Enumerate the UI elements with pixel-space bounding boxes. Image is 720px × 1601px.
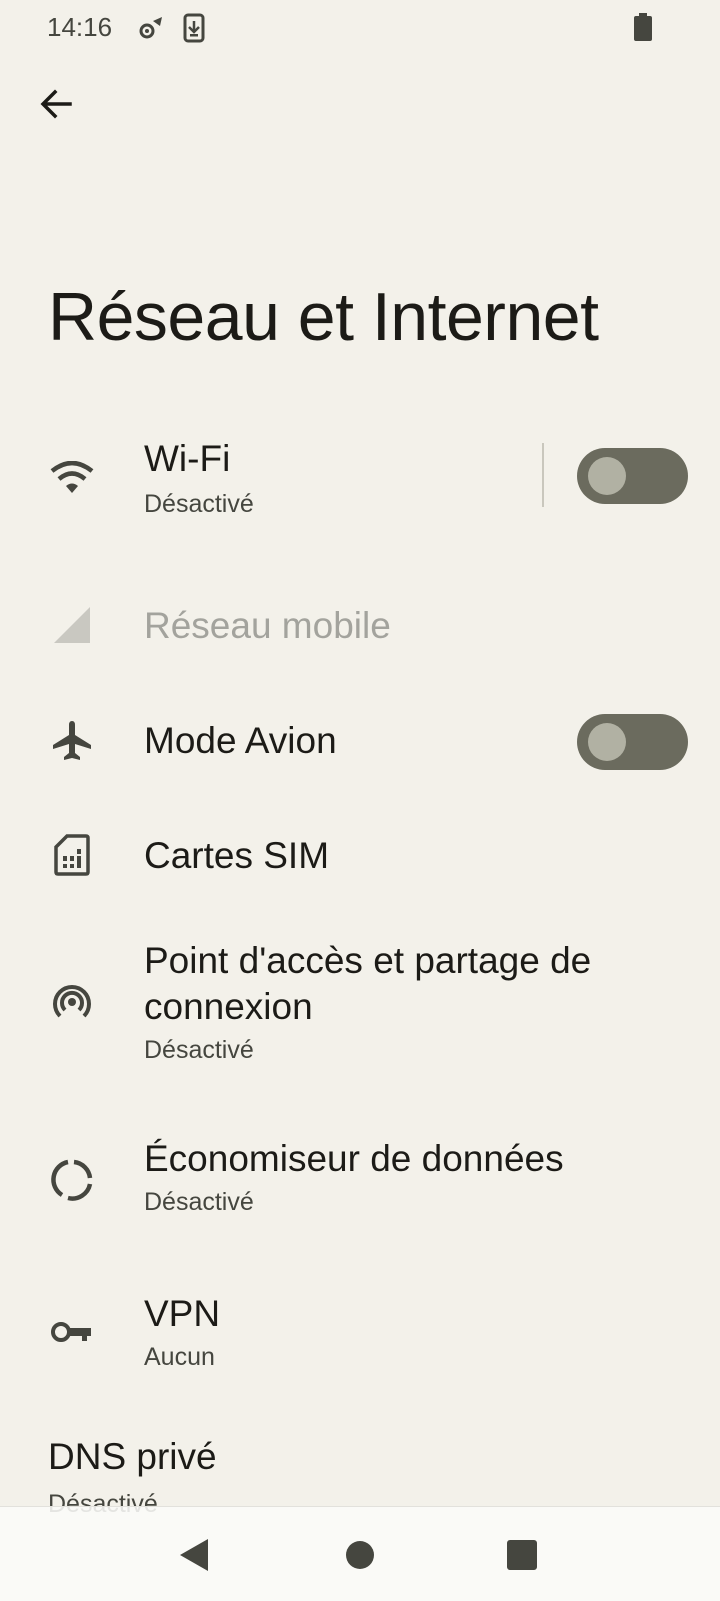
toggle-knob: [588, 723, 626, 761]
sim-card-icon: [48, 831, 96, 879]
data-saver-label: Économiseur de données: [144, 1138, 564, 1179]
airplane-mode-label: Mode Avion: [144, 720, 337, 761]
recents-square-icon: [507, 1540, 537, 1570]
list-item-hotspot[interactable]: Point d'accès et partage de connexion Dé…: [0, 930, 720, 1090]
arrow-left-icon: [40, 89, 72, 119]
wifi-icon: [48, 454, 96, 502]
status-bar: 14:16: [0, 0, 720, 56]
list-item-data-saver[interactable]: Économiseur de données Désactivé: [0, 1130, 720, 1240]
navigation-bar: [0, 1506, 720, 1601]
home-circle-icon: [346, 1541, 374, 1569]
toggle-knob: [588, 457, 626, 495]
hotspot-status: Désactivé: [144, 1036, 254, 1064]
list-item-airplane-mode[interactable]: Mode Avion: [0, 700, 720, 780]
page-title: Réseau et Internet: [48, 279, 599, 355]
sim-cards-label: Cartes SIM: [144, 835, 330, 876]
data-saver-status: Désactivé: [144, 1188, 254, 1216]
vpn-key-icon: [48, 1308, 96, 1356]
download-notification-icon: [182, 13, 206, 48]
list-item-sim-cards[interactable]: Cartes SIM: [0, 815, 720, 895]
hotspot-label-line1: Point d'accès et partage de: [144, 940, 592, 981]
wifi-status: Désactivé: [144, 490, 254, 518]
vpn-label: VPN: [144, 1293, 221, 1334]
back-button[interactable]: [32, 80, 80, 128]
wifi-toggle[interactable]: [577, 448, 688, 504]
data-saver-icon: [48, 1156, 96, 1204]
nav-back-button[interactable]: [172, 1533, 216, 1577]
nav-recents-button[interactable]: [500, 1533, 544, 1577]
cell-signal-icon: [48, 601, 96, 649]
hotspot-icon: [48, 978, 96, 1026]
list-item-mobile-network[interactable]: Réseau mobile: [0, 585, 720, 665]
hotspot-label-line2: connexion: [144, 986, 313, 1027]
status-time: 14:16: [47, 12, 113, 42]
settings-notification-icon: [136, 13, 166, 48]
airplane-mode-toggle[interactable]: [577, 714, 688, 770]
divider: [542, 443, 544, 507]
airplane-icon: [48, 716, 96, 764]
mobile-network-label: Réseau mobile: [144, 605, 391, 646]
vpn-status: Aucun: [144, 1343, 215, 1371]
list-item-vpn[interactable]: VPN Aucun: [0, 1285, 720, 1395]
private-dns-label: DNS privé: [48, 1436, 217, 1477]
nav-home-button[interactable]: [338, 1533, 382, 1577]
wifi-label: Wi-Fi: [144, 438, 231, 479]
back-triangle-icon: [180, 1539, 208, 1571]
list-item-wifi[interactable]: Wi-Fi Désactivé: [0, 430, 720, 540]
battery-icon: [634, 13, 652, 46]
